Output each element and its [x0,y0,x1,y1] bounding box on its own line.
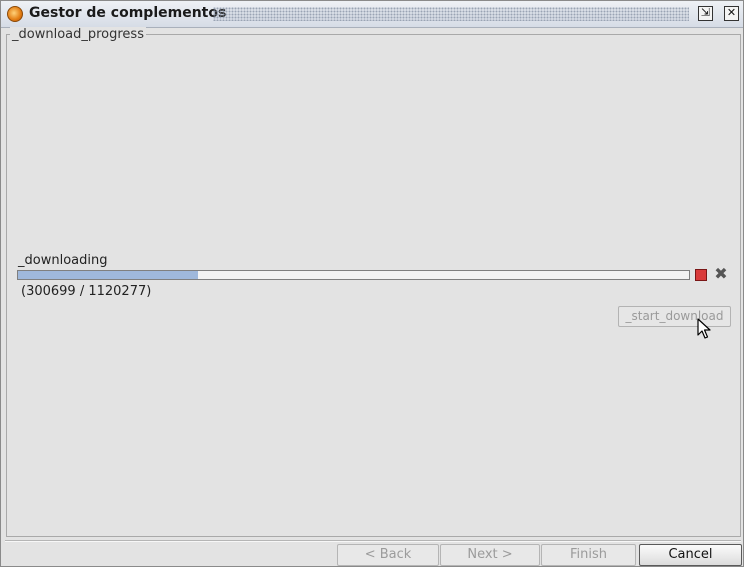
title-bar[interactable]: Gestor de complementos ⇲ ✕ [1,1,743,28]
addon-manager-window: Gestor de complementos ⇲ ✕ _download_pro… [0,0,744,567]
app-logo-icon [7,6,23,22]
next-button[interactable]: Next > [440,544,540,566]
cancel-download-icon[interactable]: ✖ [713,266,729,282]
title-drag-handle[interactable] [213,7,689,21]
start-download-button[interactable]: _start_download [618,306,731,327]
back-button[interactable]: < Back [337,544,439,566]
finish-button[interactable]: Finish [541,544,636,566]
restore-icon[interactable]: ⇲ [698,6,713,21]
status-label: _downloading [18,253,108,268]
mouse-pointer-icon [697,318,711,339]
bytes-progress-text: (300699 / 1120277) [21,284,152,299]
stop-icon[interactable] [695,269,707,281]
cancel-button[interactable]: Cancel [639,544,742,566]
close-icon[interactable]: ✕ [724,6,739,21]
footer-separator [5,540,741,542]
window-title: Gestor de complementos [29,5,227,21]
progress-fill [18,271,199,279]
group-title: _download_progress [10,27,146,42]
download-progress-bar [17,270,690,280]
